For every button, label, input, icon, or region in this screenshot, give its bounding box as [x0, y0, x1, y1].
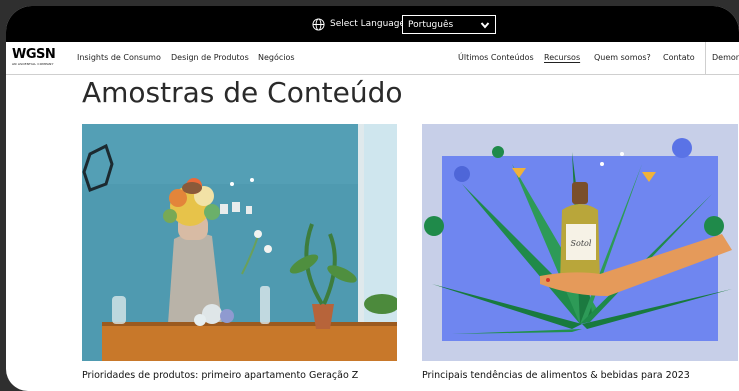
- florist-photo: [82, 124, 397, 361]
- browser-window: Select Language: Português WGSN AN ASCEN…: [6, 6, 739, 391]
- logo-mark: WGSN: [12, 47, 56, 62]
- wgsn-logo[interactable]: WGSN AN ASCENTIAL COMPANY: [12, 47, 56, 67]
- tequila-illustration: Sotol: [422, 124, 738, 361]
- nav-ultimos-conteudos[interactable]: Últimos Conteúdos: [458, 53, 534, 63]
- logo-subtitle: AN ASCENTIAL COMPANY: [12, 62, 54, 66]
- page-title: Amostras de Conteúdo: [82, 76, 403, 109]
- language-label: Select Language:: [330, 19, 409, 29]
- language-select[interactable]: Português: [402, 15, 496, 34]
- nav-contato[interactable]: Contato: [663, 53, 695, 63]
- nav-negocios[interactable]: Negócios: [258, 53, 295, 63]
- bottle-label: Sotol: [571, 239, 592, 248]
- screen-frame: Select Language: Português WGSN AN ASCEN…: [0, 0, 739, 391]
- card-caption[interactable]: Prioridades de produtos: primeiro aparta…: [82, 370, 358, 382]
- language-bar: Select Language: Português: [6, 6, 739, 42]
- nav-divider: [705, 42, 706, 74]
- card-caption[interactable]: Principais tendências de alimentos & beb…: [422, 370, 690, 382]
- nav-insights-de-consumo[interactable]: Insights de Consumo: [77, 53, 161, 63]
- globe-icon: [312, 18, 325, 31]
- nav-quem-somos[interactable]: Quem somos?: [594, 53, 651, 63]
- nav-recursos[interactable]: Recursos: [544, 53, 580, 63]
- chevron-down-icon: [480, 22, 490, 29]
- card-image-florist[interactable]: [82, 124, 397, 361]
- language-selected-value: Português: [408, 20, 454, 30]
- nav-design-de-produtos[interactable]: Design de Produtos: [171, 53, 249, 63]
- card-image-illustration[interactable]: Sotol: [422, 124, 738, 361]
- nav-demo[interactable]: Demon: [712, 53, 739, 63]
- main-nav: WGSN AN ASCENTIAL COMPANY Insights de Co…: [6, 42, 739, 75]
